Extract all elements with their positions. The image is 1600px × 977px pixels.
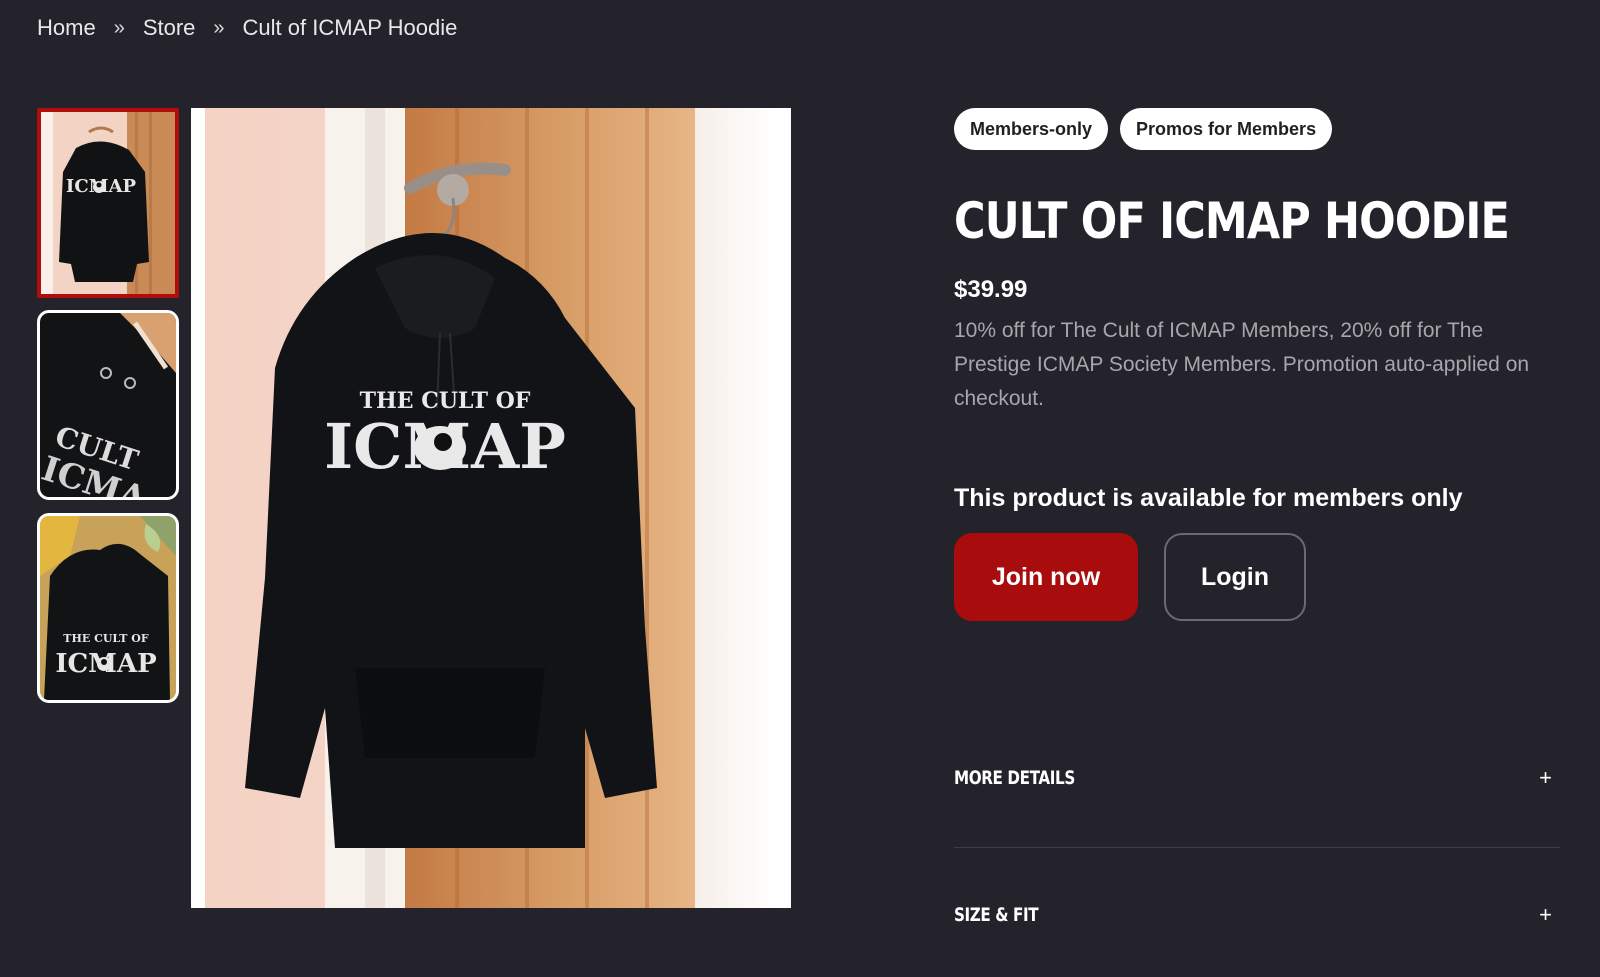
size-fit-accordion[interactable]: SIZE & FIT +	[954, 895, 1560, 935]
hoodie-thumbnail-image: ICMAP	[41, 112, 175, 294]
members-only-notice: This product is available for members on…	[954, 484, 1463, 512]
gallery-thumbnail-3[interactable]: THE CULT OF ICMAP	[37, 513, 179, 703]
more-details-header[interactable]: MORE DETAILS +	[954, 758, 1560, 798]
hoodie-detail-thumbnail-image: CULT ICMA	[40, 313, 176, 497]
breadcrumb-home[interactable]: Home	[37, 15, 96, 41]
login-button[interactable]: Login	[1164, 533, 1306, 621]
gallery-thumbnail-1[interactable]: ICMAP	[37, 108, 179, 298]
breadcrumb-current: Cult of ICMAP Hoodie	[242, 15, 458, 40]
product-gallery: ICMAP CULT ICMA	[37, 108, 799, 908]
size-fit-header[interactable]: SIZE & FIT +	[954, 895, 1560, 935]
product-price: $39.99	[954, 276, 1028, 303]
expand-plus-icon[interactable]: +	[1539, 902, 1552, 928]
breadcrumb: Home » Store » Cult of ICMAP Hoodie	[37, 12, 457, 44]
breadcrumb-separator: »	[113, 16, 125, 39]
expand-plus-icon[interactable]: +	[1539, 765, 1552, 791]
hoodie-main-image: THE CULT OF ICMAP	[205, 108, 777, 908]
product-tags: Members-only Promos for Members	[954, 108, 1560, 150]
more-details-label: MORE DETAILS	[954, 767, 1075, 789]
accordion-divider	[954, 847, 1560, 848]
more-details-accordion[interactable]: MORE DETAILS +	[954, 758, 1560, 798]
product-title: CULT OF ICMAP HOODIE	[954, 192, 1510, 250]
members-only-tag: Members-only	[954, 108, 1109, 150]
main-product-image: THE CULT OF ICMAP	[191, 108, 791, 908]
size-fit-label: SIZE & FIT	[954, 904, 1039, 926]
promos-for-members-tag: Promos for Members	[1120, 108, 1333, 150]
breadcrumb-separator: »	[213, 16, 225, 39]
join-now-button[interactable]: Join now	[954, 533, 1138, 621]
gallery-thumbnail-2[interactable]: CULT ICMA	[37, 310, 179, 500]
product-info: Members-only Promos for Members CULT OF …	[954, 108, 1560, 621]
breadcrumb-store[interactable]: Store	[143, 15, 196, 41]
member-promo-text: 10% off for The Cult of ICMAP Members, 2…	[954, 319, 1530, 410]
svg-text:THE CULT OF: THE CULT OF	[63, 632, 149, 645]
member-actions: Join now Login	[954, 533, 1560, 621]
folded-hoodie-thumbnail-image: THE CULT OF ICMAP	[40, 516, 176, 700]
